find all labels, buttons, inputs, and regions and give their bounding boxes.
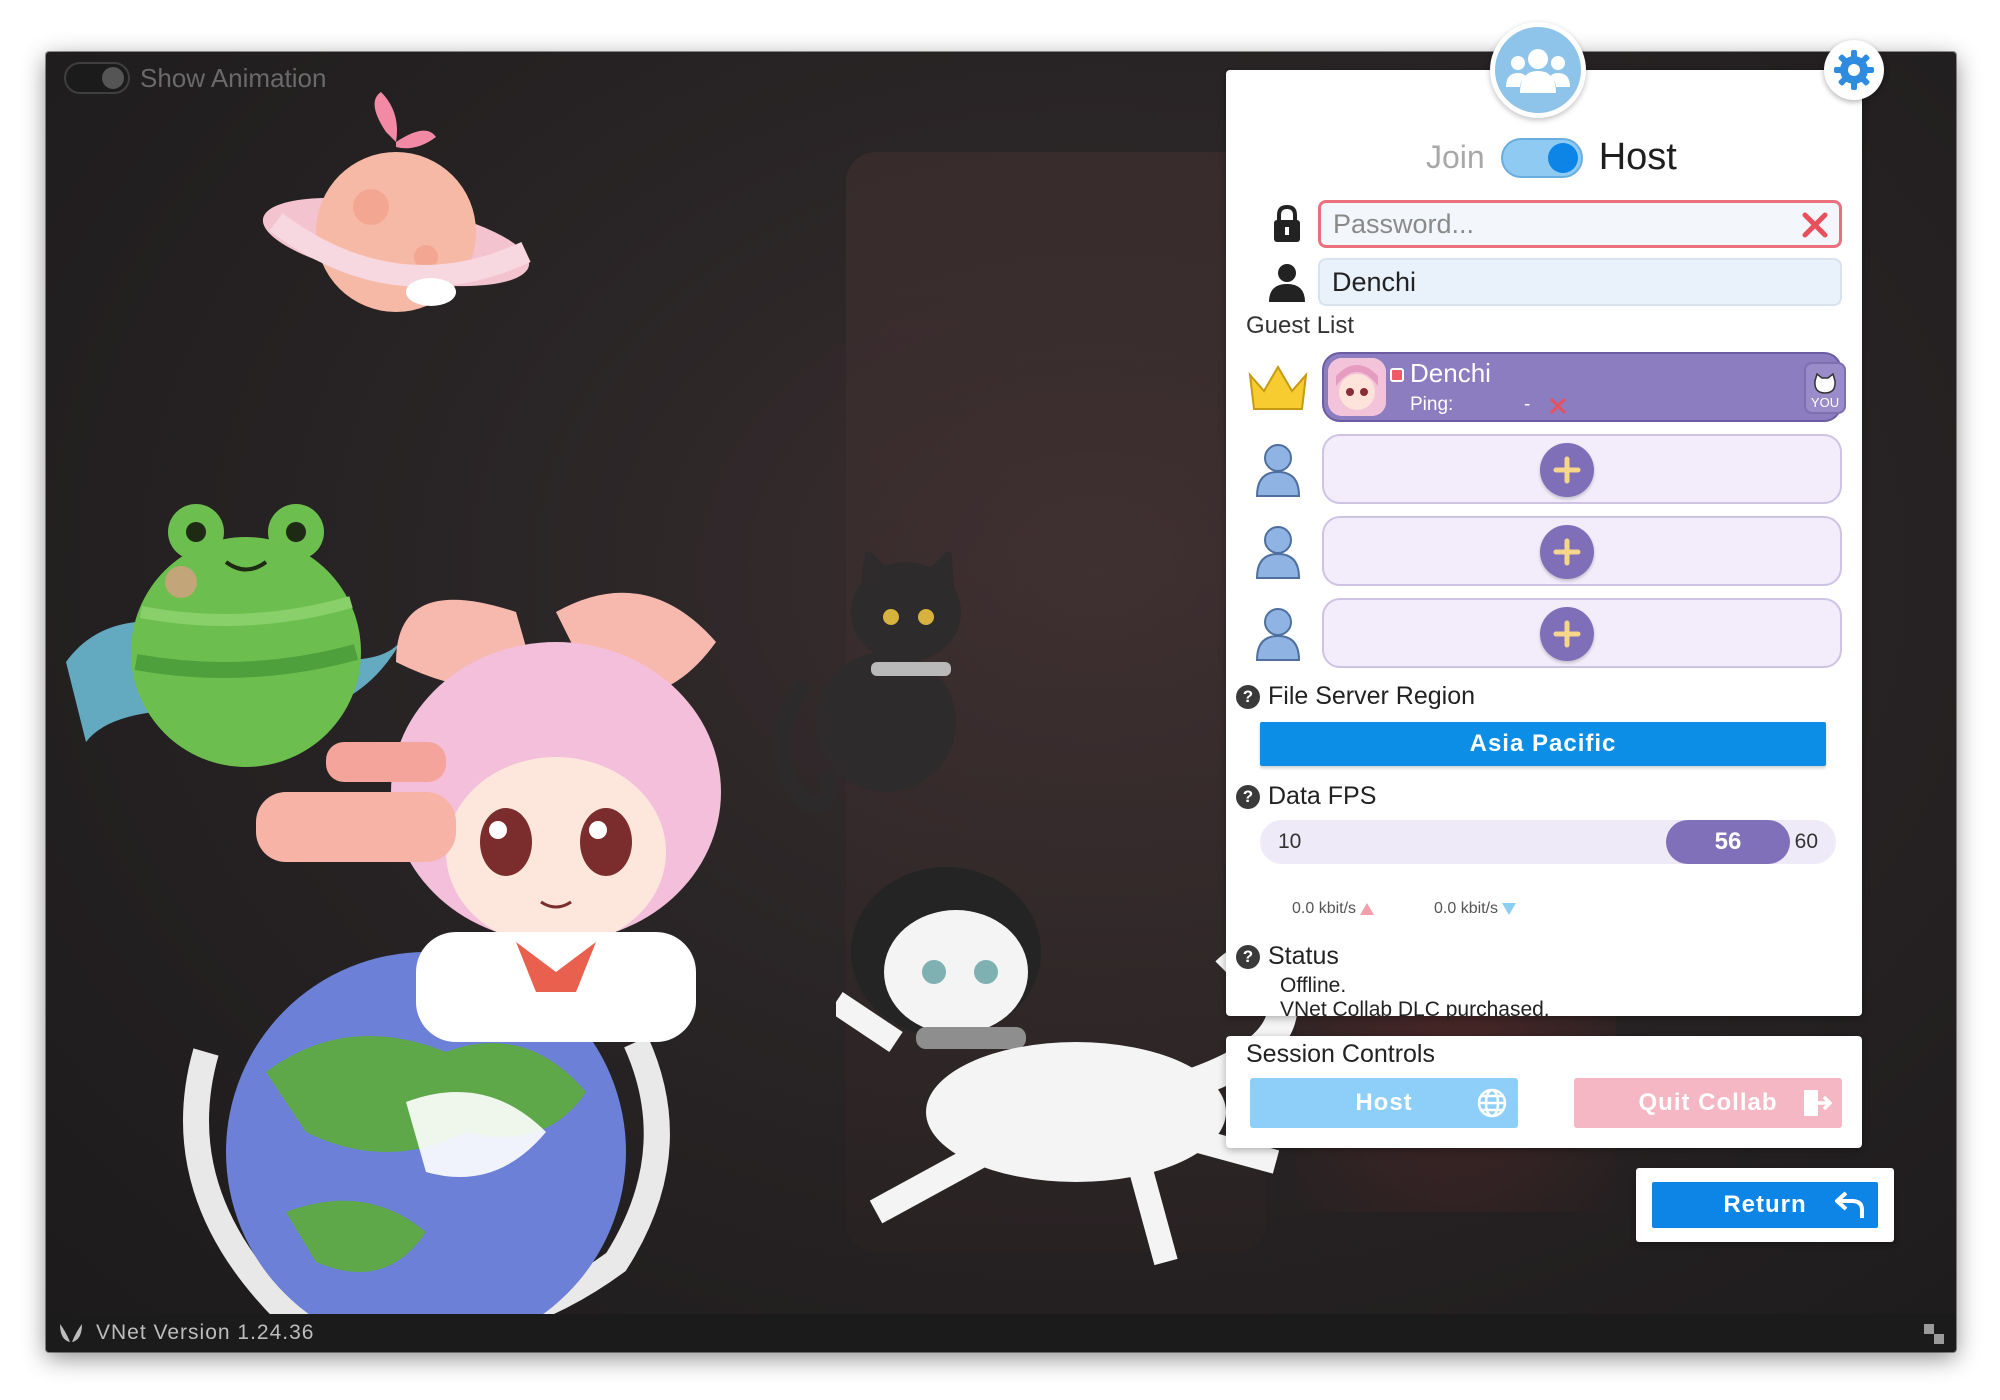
mode-toggle-row: Join Host (1426, 136, 1677, 179)
exit-icon (1804, 1090, 1832, 1116)
guest-name: Denchi (1410, 358, 1491, 388)
status-line-2: VNet Collab DLC purchased. (1280, 998, 1550, 1021)
guest-ping-label: Ping: (1410, 394, 1454, 415)
guest-slot-empty[interactable] (1322, 434, 1842, 504)
session-controls-title: Session Controls (1246, 1040, 1435, 1068)
password-field[interactable] (1318, 200, 1842, 248)
slider-max-label: 60 (1794, 830, 1818, 853)
host-label[interactable]: Host (1599, 136, 1677, 179)
you-label: YOU (1810, 395, 1840, 410)
file-server-region-label: ? File Server Region (1236, 682, 1475, 711)
girl-character-illustration (256, 592, 721, 1042)
collab-settings-panel: Join Host Denchi Guest List Denchi (1226, 70, 1862, 1021)
upload-arrow-icon (1360, 903, 1375, 915)
gear-icon (1834, 50, 1874, 90)
user-icon (1262, 262, 1312, 302)
data-fps-text: Data FPS (1268, 782, 1377, 810)
guest-ping-value: - (1524, 394, 1531, 415)
join-label[interactable]: Join (1426, 139, 1485, 176)
lock-icon (1262, 205, 1312, 243)
help-icon[interactable]: ? (1236, 684, 1260, 709)
help-icon[interactable]: ? (1236, 784, 1260, 809)
cat-face-icon (1814, 373, 1836, 394)
help-icon[interactable]: ? (1236, 944, 1260, 969)
clear-password-icon[interactable] (1801, 211, 1829, 239)
planet-illustration (262, 92, 531, 312)
guest-row-empty-3 (1246, 598, 1846, 668)
password-row (1262, 200, 1842, 248)
return-label: Return (1723, 1191, 1807, 1218)
username-value: Denchi (1332, 266, 1417, 297)
guest-slot-empty[interactable] (1322, 598, 1842, 668)
status-line-1: Offline. (1280, 974, 1347, 997)
data-fps-label: ? Data FPS (1236, 782, 1376, 811)
status-badge (1390, 368, 1404, 382)
plus-icon (1553, 620, 1581, 648)
status-bar: VNet Version 1.24.36 (46, 1314, 1956, 1352)
animation-switch-knob (102, 67, 124, 89)
guest-slot-empty[interactable] (1322, 516, 1842, 586)
session-controls-panel: Session Controls Host Quit Collab (1226, 1036, 1862, 1148)
upload-rate: 0.0 kbit/s (1292, 900, 1375, 918)
join-host-switch-knob (1547, 142, 1578, 173)
status-title: Status (1268, 942, 1339, 970)
file-server-region-text: File Server Region (1268, 682, 1476, 710)
vnet-leaf-icon (60, 1324, 82, 1342)
add-guest-button[interactable] (1540, 607, 1594, 661)
download-rate-text: 0.0 kbit/s (1434, 900, 1499, 917)
resize-corner-icon[interactable] (1920, 1320, 1946, 1346)
download-rate: 0.0 kbit/s (1434, 900, 1517, 918)
plus-icon (1553, 456, 1581, 484)
settings-button[interactable] (1824, 40, 1884, 100)
return-container: Return (1636, 1168, 1894, 1242)
quit-collab-button[interactable]: Quit Collab (1574, 1078, 1842, 1128)
return-arrow-icon (1835, 1191, 1864, 1218)
guest-user-icon (1246, 440, 1310, 500)
show-animation-toggle[interactable]: Show Animation (64, 62, 326, 94)
return-button[interactable]: Return (1652, 1182, 1878, 1228)
show-animation-label: Show Animation (140, 62, 327, 93)
file-server-region-button[interactable]: Asia Pacific (1260, 722, 1826, 766)
guest-slot-host[interactable]: Denchi Ping: - YOU (1322, 352, 1846, 422)
guest-row-empty-1 (1246, 434, 1846, 504)
quit-collab-label: Quit Collab (1638, 1089, 1778, 1116)
guest-user-icon (1246, 522, 1310, 582)
data-fps-slider[interactable]: 10 60 56 (1260, 820, 1836, 864)
globe-icon (1477, 1088, 1507, 1118)
password-input[interactable] (1333, 208, 1827, 240)
plus-icon (1553, 538, 1581, 566)
black-cat-illustration (773, 552, 961, 812)
add-guest-button[interactable] (1540, 443, 1594, 497)
no-connection-icon (1549, 397, 1567, 415)
slider-thumb[interactable]: 56 (1666, 820, 1790, 864)
host-session-label: Host (1355, 1089, 1413, 1116)
crown-icon (1246, 358, 1310, 418)
avatar (1328, 358, 1386, 416)
status-label: ? Status (1236, 942, 1339, 971)
host-session-button[interactable]: Host (1250, 1078, 1518, 1128)
guest-list-label: Guest List (1246, 312, 1355, 339)
download-arrow-icon (1502, 903, 1517, 915)
version-text: VNet Version 1.24.36 (96, 1321, 315, 1344)
slider-min-label: 10 (1278, 830, 1302, 853)
guest-row-empty-2 (1246, 516, 1846, 586)
username-row: Denchi (1262, 258, 1842, 306)
group-icon (1490, 22, 1586, 118)
you-badge: YOU (1804, 362, 1846, 414)
join-host-switch[interactable] (1500, 137, 1583, 178)
add-guest-button[interactable] (1540, 525, 1594, 579)
upload-rate-text: 0.0 kbit/s (1292, 900, 1357, 917)
guest-row-host: Denchi Ping: - YOU (1246, 352, 1846, 422)
username-field[interactable]: Denchi (1318, 258, 1842, 306)
guest-user-icon (1246, 604, 1310, 664)
animation-switch[interactable] (64, 62, 130, 94)
